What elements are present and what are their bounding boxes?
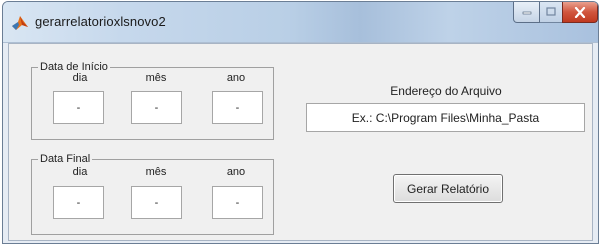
maximize-icon xyxy=(546,7,556,16)
mes-label: mês xyxy=(145,166,167,178)
client-area: Data de Início dia mês ano - - - Data Fi… xyxy=(8,43,593,241)
dia-label: dia xyxy=(72,72,88,84)
close-icon xyxy=(574,6,586,18)
window-title: gerarrelatorioxlsnovo2 xyxy=(35,14,166,29)
final-dia-input[interactable]: - xyxy=(53,186,104,219)
endereco-arquivo-label: Endereço do Arquivo xyxy=(390,84,502,98)
minimize-icon xyxy=(522,11,531,15)
app-window: gerarrelatorioxlsnovo2 Data de Início di… xyxy=(2,1,599,244)
dia-label: dia xyxy=(72,166,88,178)
inicio-ano-input[interactable]: - xyxy=(212,91,263,124)
gerar-relatorio-button[interactable]: Gerar Relatório xyxy=(393,174,503,203)
minimize-button[interactable] xyxy=(513,2,540,23)
endereco-arquivo-input[interactable]: Ex.: C:\Program Files\Minha_Pasta xyxy=(306,103,585,132)
ano-label: ano xyxy=(226,72,246,84)
inicio-mes-input[interactable]: - xyxy=(131,91,182,124)
ano-label: ano xyxy=(226,166,246,178)
final-ano-input[interactable]: - xyxy=(212,186,263,219)
mes-label: mês xyxy=(145,72,167,84)
matlab-icon xyxy=(12,16,28,30)
maximize-button[interactable] xyxy=(539,2,563,23)
final-mes-input[interactable]: - xyxy=(131,186,182,219)
data-final-group: Data Final dia mês ano - - - xyxy=(31,152,274,235)
close-button[interactable] xyxy=(562,2,598,23)
title-bar[interactable]: gerarrelatorioxlsnovo2 xyxy=(3,2,598,43)
data-final-legend: Data Final xyxy=(38,152,93,166)
inicio-dia-input[interactable]: - xyxy=(53,91,104,124)
data-inicio-group: Data de Início dia mês ano - - - xyxy=(31,60,274,140)
